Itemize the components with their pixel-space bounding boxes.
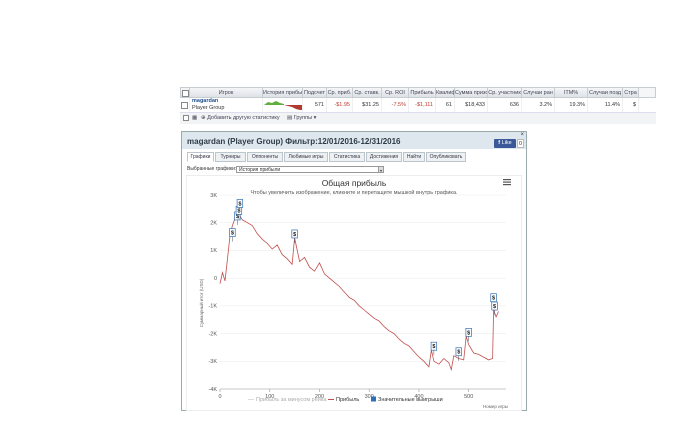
facebook-icon: f bbox=[498, 140, 501, 146]
late-cases-value: 11.4% bbox=[588, 98, 623, 112]
big-win-marker-label: $ bbox=[457, 350, 460, 356]
graph-select[interactable]: История прибыли bbox=[236, 166, 384, 173]
legend-label: Прибыль за минусом рейка bbox=[256, 396, 327, 403]
column-header-last[interactable]: Стра bbox=[623, 87, 639, 98]
y-tick-label: -4K bbox=[208, 387, 217, 393]
stats-toolbar: ▦ ⊕ Добавить другую статистику ▤ Группы … bbox=[180, 112, 656, 124]
y-tick-label: -2K bbox=[208, 331, 217, 337]
tab-find[interactable]: Найти bbox=[403, 152, 425, 162]
column-header-player[interactable]: Игрок bbox=[190, 87, 263, 98]
sparkline-graph bbox=[264, 101, 302, 110]
big-win-marker-label: $ bbox=[236, 214, 239, 220]
chart-menu-icon bbox=[503, 179, 511, 186]
big-win-marker-label: $ bbox=[492, 296, 495, 302]
close-icon[interactable]: × bbox=[520, 132, 524, 138]
chevron-down-icon: ▾ bbox=[313, 115, 317, 121]
column-header-profit-history[interactable]: История прибы bbox=[263, 87, 303, 98]
stats-table: Игрок История прибы Подсчет Ср. приб. Ср… bbox=[180, 87, 656, 124]
select-arrow-icon[interactable]: ▾ bbox=[378, 166, 384, 173]
player-name-link[interactable]: magardan bbox=[192, 98, 262, 105]
avg-roi-value: -7.5% bbox=[382, 98, 409, 112]
groups-button[interactable]: ▤ Группы ▾ bbox=[287, 113, 316, 124]
big-win-marker-label: $ bbox=[231, 231, 234, 237]
chart-icon[interactable]: ▦ bbox=[192, 113, 197, 124]
count-value: 571 bbox=[303, 98, 327, 112]
row-checkbox[interactable] bbox=[180, 98, 190, 112]
itm-value: 19.3% bbox=[555, 98, 588, 112]
avg-profit-value: -$1.95 bbox=[327, 98, 353, 112]
add-stats-button[interactable]: ⊕ Добавить другую статистику bbox=[201, 113, 280, 124]
popup-title: magardan (Player Group) Фильтр:12/01/201… bbox=[182, 132, 526, 149]
groups-label: Группы bbox=[293, 115, 313, 121]
tab-opponents[interactable]: Оппоненты bbox=[247, 152, 283, 162]
avg-entrants-value: 636 bbox=[488, 98, 522, 112]
legend-label: Прибыль bbox=[336, 397, 359, 403]
column-header-early-cases[interactable]: Случаи ран bbox=[522, 87, 555, 98]
select-all-checkbox[interactable] bbox=[180, 87, 190, 98]
like-label: Like bbox=[501, 140, 512, 146]
big-win-marker-label: $ bbox=[467, 330, 470, 336]
x-tick-label: 0 bbox=[218, 394, 221, 400]
chart-legend: Прибыль за минусом рейка Прибыль Значитель… bbox=[248, 396, 443, 403]
player-popup: magardan (Player Group) Фильтр:12/01/201… bbox=[181, 131, 527, 411]
legend-label: Значительные выигрыши bbox=[378, 397, 443, 403]
chart-title: Общая прибыль bbox=[322, 178, 387, 188]
column-header-profit[interactable]: Прибыль bbox=[409, 87, 436, 98]
column-header-prize-sum[interactable]: Сумма призо bbox=[455, 87, 488, 98]
add-icon: ⊕ bbox=[201, 115, 206, 121]
like-count: 0 bbox=[517, 139, 524, 148]
tab-achievements[interactable]: Достижения bbox=[366, 152, 402, 162]
tab-favorite-games[interactable]: Любимые игры bbox=[284, 152, 328, 162]
x-tick-label: 500 bbox=[464, 394, 473, 400]
tab-tournaments[interactable]: Турниры bbox=[215, 152, 246, 162]
column-header-itm[interactable]: ITM% bbox=[555, 87, 588, 98]
qualified-value: 61 bbox=[436, 98, 455, 112]
early-cases-value: 3.2% bbox=[522, 98, 555, 112]
big-win-marker-label: $ bbox=[293, 232, 296, 238]
prize-sum-value: $18,433 bbox=[455, 98, 488, 112]
last-value: $ bbox=[623, 98, 639, 112]
y-tick-label: -3K bbox=[208, 359, 217, 365]
x-axis-label: Номер игры bbox=[483, 404, 508, 409]
y-axis-label: Суммарный итог (USD) bbox=[198, 278, 204, 327]
y-tick-label: -1K bbox=[208, 304, 217, 310]
profit-chart[interactable]: Общая прибыль Чтобы увеличить изображени… bbox=[186, 175, 522, 411]
big-win-marker-label: $ bbox=[432, 344, 435, 350]
player-group: Player Group bbox=[192, 105, 225, 111]
facebook-like-button[interactable]: f Like bbox=[494, 139, 516, 148]
add-stats-label: Добавить другую статистику bbox=[207, 115, 280, 121]
big-win-marker-label: $ bbox=[238, 201, 241, 207]
y-tick-label: 1K bbox=[210, 248, 217, 254]
big-win-marker-label: $ bbox=[493, 304, 496, 310]
tab-statistics[interactable]: Статистика bbox=[329, 152, 365, 162]
column-header-avg-stake[interactable]: Ср. ставк. bbox=[353, 87, 382, 98]
toolbar-checkbox[interactable] bbox=[183, 115, 189, 121]
column-header-late-cases[interactable]: Случаи позд bbox=[588, 87, 623, 98]
selected-graphs-label: Выбранные графики: bbox=[187, 166, 237, 172]
tab-graphs[interactable]: Графики bbox=[187, 152, 214, 162]
column-header-avg-profit[interactable]: Ср. приб. bbox=[327, 87, 353, 98]
column-header-avg-entrants[interactable]: Ср. участник bbox=[488, 87, 522, 98]
y-tick-label: 3K bbox=[210, 193, 217, 199]
avg-stake-value: $31.25 bbox=[353, 98, 382, 112]
y-tick-label: 0 bbox=[214, 276, 217, 282]
legend-item: Значительные выигрыши bbox=[371, 396, 443, 403]
profit-value: -$1,111 bbox=[409, 98, 436, 112]
column-header-avg-roi[interactable]: Ср. ROI bbox=[382, 87, 409, 98]
player-cell[interactable]: magardan Player Group bbox=[190, 98, 263, 112]
column-header-qualified[interactable]: Квалиф bbox=[436, 87, 455, 98]
tab-publish[interactable]: Опубликовать bbox=[426, 152, 466, 162]
groups-icon: ▤ bbox=[287, 115, 293, 121]
header-filler bbox=[639, 87, 656, 98]
legend-item: Прибыль за минусом рейка bbox=[248, 396, 327, 403]
profit-history-sparkline[interactable] bbox=[263, 98, 303, 112]
y-tick-label: 2K bbox=[210, 221, 217, 227]
column-header-count[interactable]: Подсчет bbox=[303, 87, 327, 98]
